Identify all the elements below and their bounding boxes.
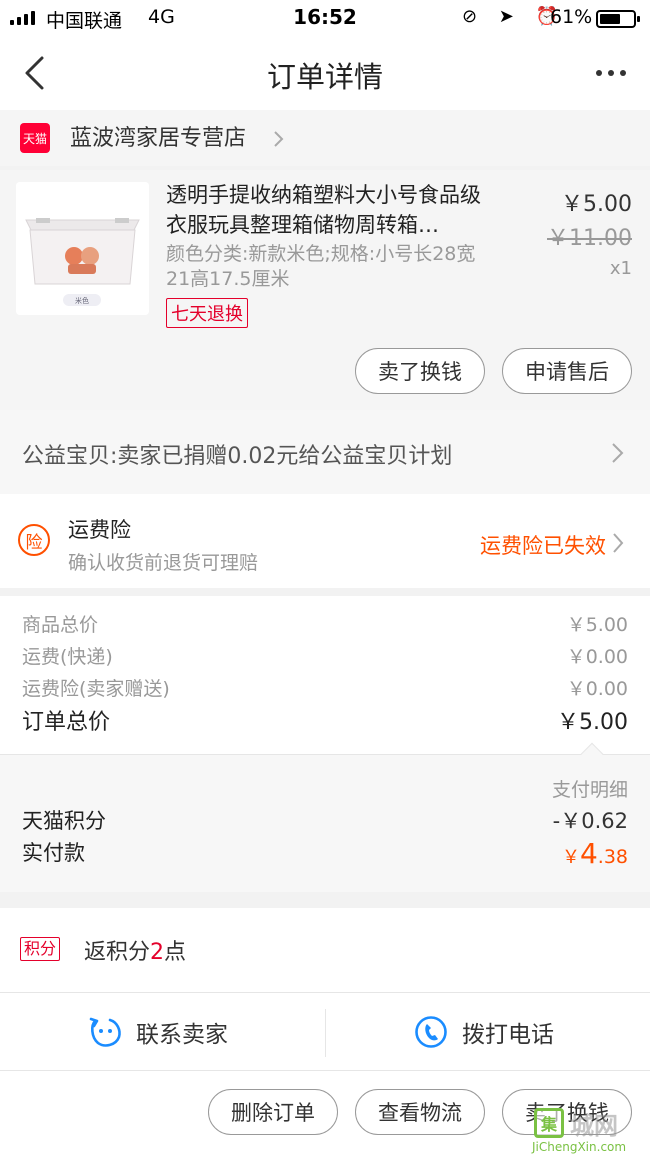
- call-phone-button[interactable]: 拨打电话: [414, 993, 554, 1071]
- shop-name: 蓝波湾家居专营店: [70, 126, 247, 151]
- insurance-icon: 险: [18, 524, 50, 556]
- shipping-row: 运费(快递) ￥0.00: [22, 642, 628, 669]
- insurance-fee-value: ￥0.00: [566, 678, 628, 700]
- paid-decimal: .38: [597, 846, 628, 868]
- phone-icon: [415, 1016, 447, 1048]
- points-prefix: 返积分: [84, 940, 151, 965]
- view-logistics-button[interactable]: 查看物流: [355, 1089, 485, 1135]
- page-title: 订单详情: [266, 60, 383, 94]
- order-totals: 商品总价 ￥5.00 运费(快递) ￥0.00 运费险(卖家赠送) ￥0.00 …: [0, 596, 650, 754]
- product-title[interactable]: 透明手提收纳箱塑料大小号食品级衣服玩具整理箱储物周转箱…: [166, 180, 496, 240]
- shipping-label: 运费(快递): [22, 646, 113, 668]
- points-suffix: 点: [164, 940, 187, 965]
- points-reward-text: 返积分2点: [84, 934, 186, 966]
- return-policy-tag: 七天退换: [166, 298, 248, 328]
- payment-detail-label: 支付明细: [551, 779, 628, 801]
- shipping-insurance-row[interactable]: 险 运费险 确认收货前退货可理赔 运费险已失效: [0, 494, 650, 588]
- amount-paid-value: ￥4.38: [562, 837, 628, 870]
- battery-icon: [596, 10, 640, 28]
- chevron-right-icon: [613, 533, 624, 553]
- product-quantity: x1: [609, 258, 632, 279]
- more-menu-icon[interactable]: [596, 70, 626, 76]
- shop-row[interactable]: 天猫 蓝波湾家居专营店: [0, 110, 650, 166]
- watermark-url: JiChengXin.com: [532, 1140, 627, 1154]
- contact-row: 联系卖家 拨打电话: [0, 992, 650, 1070]
- site-watermark: 集 城网 JiChengXin.com: [532, 1106, 650, 1156]
- tmall-points-label: 天猫积分: [22, 809, 106, 833]
- contact-seller-button[interactable]: 联系卖家: [88, 993, 228, 1071]
- order-total-value: ￥5.00: [557, 710, 628, 735]
- product-thumbnail[interactable]: 米色: [16, 182, 149, 315]
- product-sku: 颜色分类:新款米色;规格:小号长28宽21高17.5厘米: [166, 243, 476, 290]
- goods-total-value: ￥5.00: [566, 614, 628, 636]
- tmall-logo-icon: 天猫: [20, 123, 50, 153]
- call-phone-label: 拨打电话: [462, 1022, 554, 1048]
- chevron-right-icon: [274, 131, 284, 147]
- goods-total-label: 商品总价: [22, 614, 99, 636]
- goods-total-row: 商品总价 ￥5.00: [22, 610, 628, 637]
- thumb-label: 米色: [75, 296, 89, 305]
- insurance-subtitle: 确认收货前退货可理赔: [68, 552, 259, 574]
- storage-box-image: 米色: [16, 182, 149, 315]
- chat-smile-icon: [89, 1017, 121, 1047]
- chevron-right-icon: [612, 443, 624, 463]
- paid-integer: 4: [579, 837, 598, 870]
- insurance-fee-label: 运费险(卖家赠送): [22, 678, 170, 700]
- original-price: ￥11.00: [547, 226, 632, 251]
- nav-bar: 订单详情: [0, 36, 650, 110]
- shipping-value: ￥0.00: [566, 646, 628, 668]
- amount-paid-row: 实付款 ￥4.38: [22, 837, 628, 870]
- tmall-points-row: 天猫积分 -￥0.62: [22, 805, 628, 835]
- product-card[interactable]: 米色 透明手提收纳箱塑料大小号食品级衣服玩具整理箱储物周转箱… 颜色分类:新款米…: [0, 170, 650, 410]
- insurance-title: 运费险: [68, 518, 131, 542]
- sell-for-cash-button[interactable]: 卖了换钱: [355, 348, 485, 394]
- points-reward-row: 积分 返积分2点: [0, 908, 650, 992]
- paid-currency: ￥: [561, 847, 580, 868]
- amount-paid-label: 实付款: [22, 841, 85, 865]
- request-after-sale-button[interactable]: 申请售后: [502, 348, 632, 394]
- charity-text: 公益宝贝:卖家已捐赠0.02元给公益宝贝计划: [22, 444, 453, 469]
- product-price: ￥5.00: [561, 192, 632, 217]
- order-total-label: 订单总价: [22, 710, 111, 735]
- insurance-status: 运费险已失效: [480, 534, 606, 558]
- points-badge: 积分: [20, 937, 61, 961]
- delete-order-button[interactable]: 删除订单: [208, 1089, 338, 1135]
- divider: [325, 1009, 326, 1057]
- battery-percent: 61%: [550, 6, 593, 28]
- tmall-points-value: -￥0.62: [552, 809, 628, 833]
- order-total-row: 订单总价 ￥5.00: [22, 704, 628, 736]
- watermark-logo: 集: [534, 1108, 564, 1138]
- insurance-fee-row: 运费险(卖家赠送) ￥0.00: [22, 674, 628, 701]
- payment-details: 支付明细 天猫积分 -￥0.62 实付款 ￥4.38: [0, 742, 650, 892]
- status-bar: 中国联通 4G 16:52 ⊘ ➤ ⏰ 61%: [0, 0, 650, 36]
- contact-seller-label: 联系卖家: [136, 1022, 228, 1048]
- charity-row[interactable]: 公益宝贝:卖家已捐赠0.02元给公益宝贝计划: [0, 410, 650, 494]
- points-count: 2: [150, 940, 165, 965]
- watermark-text: 城网: [570, 1112, 618, 1140]
